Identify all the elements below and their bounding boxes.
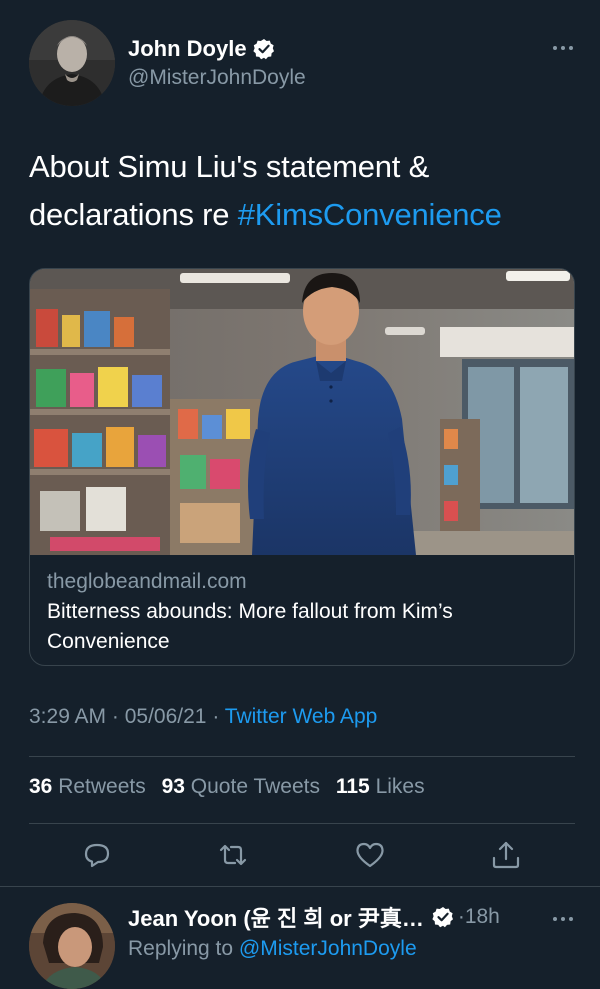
reply-verified-badge-icon (432, 906, 454, 928)
quotes-stat[interactable]: 93 Quote Tweets (162, 775, 320, 798)
author-name[interactable]: John Doyle (128, 36, 247, 62)
retweets-label: Retweets (58, 775, 146, 798)
retweet-icon[interactable] (216, 838, 250, 872)
card-image[interactable] (30, 269, 574, 555)
tweet-time[interactable]: 3:29 AM (29, 705, 106, 728)
retweets-stat[interactable]: 36 Retweets (29, 775, 146, 798)
source-app-link[interactable]: Twitter Web App (225, 705, 378, 728)
replying-to: Replying to @MisterJohnDoyle (128, 937, 417, 961)
link-card[interactable]: theglobeandmail.com Bitterness abounds: … (29, 268, 575, 666)
app-separator: · (206, 705, 225, 728)
stats-bottom-divider (29, 823, 575, 824)
likes-count: 115 (335, 775, 370, 798)
tweet: John Doyle @MisterJohnDoyle About Simu L… (0, 0, 600, 886)
like-icon[interactable] (353, 838, 387, 872)
card-meta[interactable]: theglobeandmail.com Bitterness abounds: … (47, 567, 562, 657)
reply-author-name[interactable]: Jean Yoon (윤 진 희 or 尹真… (128, 901, 424, 933)
reply-author-avatar[interactable] (29, 903, 115, 989)
author-name-row[interactable]: John Doyle (128, 34, 275, 64)
card-domain: theglobeandmail.com (47, 570, 247, 593)
replying-to-label: Replying to (128, 937, 239, 960)
quotes-count: 93 (161, 775, 185, 798)
tweet-text: About Simu Liu's statement & declaration… (29, 143, 574, 239)
stats-top-divider (29, 756, 575, 757)
time-separator: · (106, 705, 125, 728)
timestamp-row: 3:29 AM · 05/06/21 · Twitter Web App (29, 705, 377, 729)
tweet-date[interactable]: 05/06/21 (125, 705, 207, 728)
card-title: Bitterness abounds: More fallout from Ki… (47, 600, 453, 653)
likes-label: Likes (375, 775, 425, 798)
reply-header[interactable]: Jean Yoon (윤 진 희 or 尹真… ·18h (128, 902, 500, 932)
replying-to-mention[interactable]: @MisterJohnDoyle (239, 937, 417, 960)
share-icon[interactable] (489, 838, 523, 872)
reply-more-options-icon[interactable] (550, 907, 576, 931)
hashtag-link[interactable]: #KimsConvenience (238, 197, 502, 232)
engagement-stats: 36 Retweets 93 Quote Tweets 115 Likes (29, 775, 435, 799)
reply-time[interactable]: ·18h (458, 905, 500, 929)
author-avatar[interactable] (29, 20, 115, 106)
more-options-icon[interactable] (550, 36, 576, 60)
likes-stat[interactable]: 115 Likes (336, 775, 425, 798)
reply-icon[interactable] (80, 838, 114, 872)
quotes-label: Quote Tweets (190, 775, 320, 798)
reply-tweet[interactable]: Jean Yoon (윤 진 희 or 尹真… ·18h Replying to… (0, 887, 600, 989)
action-bar (29, 838, 575, 876)
verified-badge-icon (252, 38, 275, 60)
retweets-count: 36 (29, 775, 53, 798)
author-handle[interactable]: @MisterJohnDoyle (128, 66, 306, 90)
